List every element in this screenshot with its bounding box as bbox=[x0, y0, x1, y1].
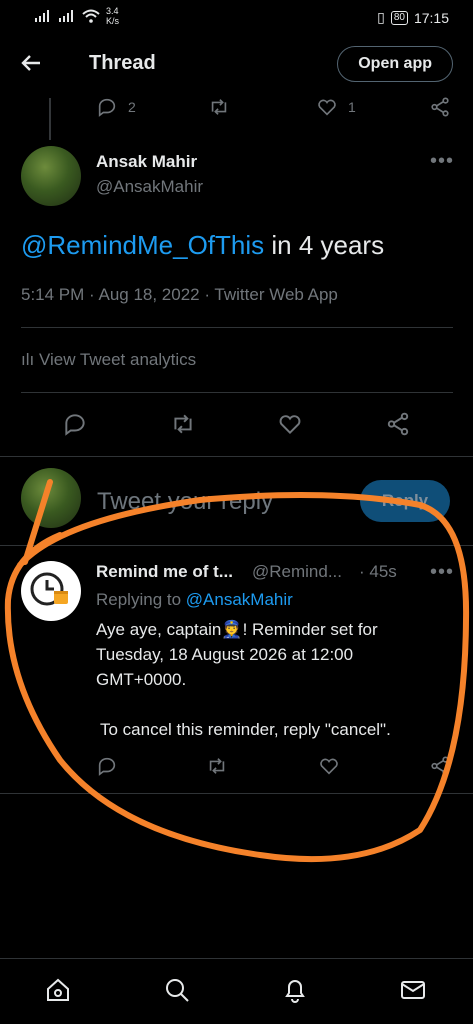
bottom-nav bbox=[0, 959, 473, 1024]
annotation-circle bbox=[4, 479, 470, 863]
notifications-icon[interactable] bbox=[281, 976, 309, 1009]
home-icon[interactable] bbox=[44, 976, 72, 1009]
search-icon[interactable] bbox=[163, 976, 191, 1009]
messages-icon[interactable] bbox=[399, 976, 427, 1009]
